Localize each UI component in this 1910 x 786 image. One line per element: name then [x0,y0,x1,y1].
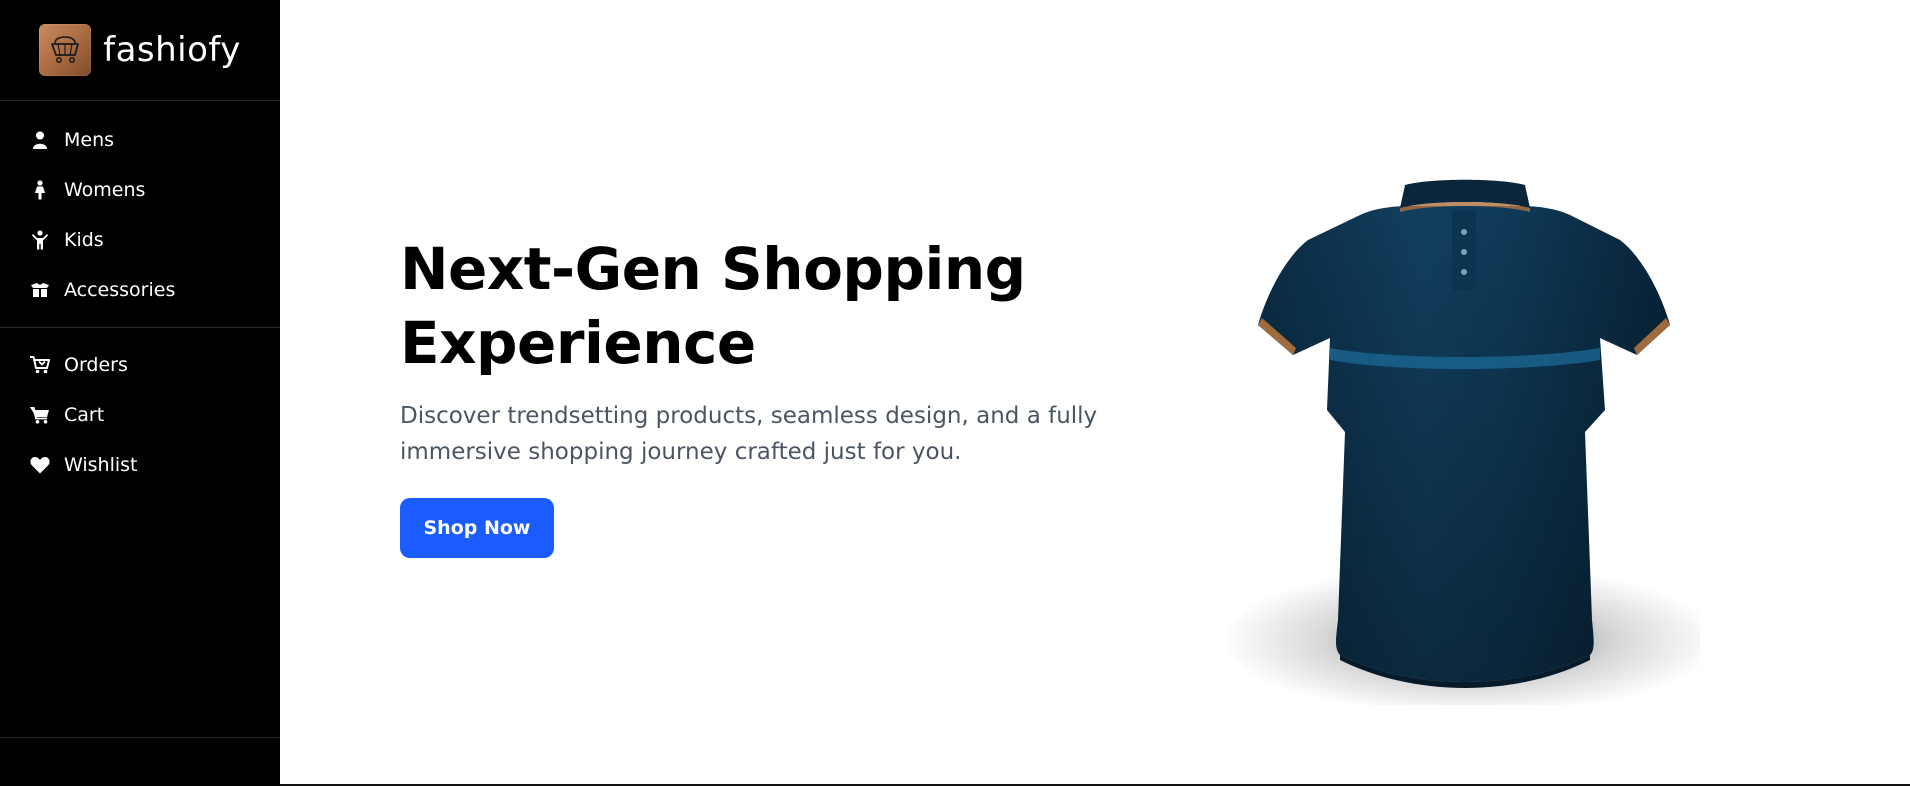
sidebar-item-label: Kids [64,229,104,251]
sidebar-divider [0,737,280,738]
hero-description: Discover trendsetting products, seamless… [400,403,1098,465]
category-nav: Mens Womens Kids Accessories [0,101,280,328]
sidebar-item-mens[interactable]: Mens [0,115,280,165]
sidebar-item-label: Cart [64,404,105,426]
cart-icon [30,405,50,425]
sidebar-item-orders[interactable]: Orders [0,340,280,390]
hero-title: Next-Gen Shopping Experience [400,232,1100,380]
shop-now-button[interactable]: Shop Now [400,498,554,558]
brand[interactable]: fashiofy [0,0,280,101]
shopping-cart-icon [39,24,92,76]
woman-icon [30,180,50,200]
heart-icon [30,455,50,475]
hero-title-line-1: Next-Gen Shopping [400,235,1026,303]
sidebar-item-accessories[interactable]: Accessories [0,265,280,315]
sidebar-item-wishlist[interactable]: Wishlist [0,440,280,490]
person-icon [30,130,50,150]
sidebar-item-label: Wishlist [64,454,138,476]
sidebar-item-label: Orders [64,354,128,376]
box-icon [30,280,50,300]
sidebar-item-label: Womens [64,179,146,201]
sidebar: fashiofy Mens Womens Kids Accessories Or… [0,0,280,786]
sidebar-item-label: Mens [64,129,115,151]
sidebar-item-womens[interactable]: Womens [0,165,280,215]
cart-arrow-icon [30,355,50,375]
brand-name: fashiofy [103,30,241,70]
hero-title-line-2: Experience [400,309,756,377]
child-icon [30,230,50,250]
sidebar-item-kids[interactable]: Kids [0,215,280,265]
sidebar-item-label: Accessories [64,279,176,301]
polo-shirt-image [1200,170,1720,715]
sidebar-item-cart[interactable]: Cart [0,390,280,440]
account-nav: Orders Cart Wishlist [0,328,280,502]
